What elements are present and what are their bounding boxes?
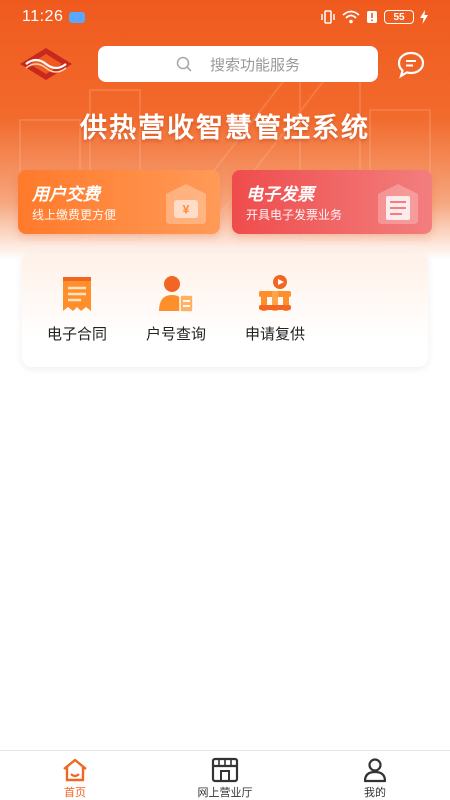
store-icon [211, 757, 239, 783]
search-icon [176, 56, 192, 72]
service-e-contract[interactable]: 电子合同 [29, 273, 125, 344]
status-bar: 11:26 55 [0, 0, 450, 34]
battery-indicator: 55 [384, 10, 414, 24]
tab-label: 网上营业厅 [197, 786, 253, 799]
search-placeholder: 搜索功能服务 [209, 55, 300, 74]
account-query-icon [159, 276, 194, 313]
contract-icon [63, 277, 91, 311]
home-icon [63, 758, 87, 782]
tab-online-hall[interactable]: 网上营业厅 [150, 751, 300, 800]
services-panel: 电子合同 户号查询 申请复供 [22, 253, 428, 367]
service-label: 申请复供 [244, 325, 305, 343]
service-label: 电子合同 [46, 325, 107, 343]
user-payment-card[interactable]: 用户交费 线上缴费更方便 ¥ [18, 170, 220, 234]
service-account-query[interactable]: 户号查询 [128, 273, 224, 344]
wifi-icon [342, 10, 360, 24]
status-time: 11:26 [22, 8, 64, 25]
tab-home[interactable]: 首页 [0, 751, 150, 800]
service-label: 户号查询 [145, 325, 206, 343]
search-box[interactable]: 搜索功能服务 [98, 46, 378, 82]
resume-supply-icon [259, 275, 291, 311]
receipt-icon [378, 184, 418, 224]
card-subtitle: 开具电子发票业务 [246, 208, 343, 222]
status-icons: 55 [320, 10, 428, 24]
card-title: 电子发票 [246, 185, 314, 205]
e-invoice-card[interactable]: 电子发票 开具电子发票业务 [232, 170, 432, 234]
card-subtitle: 线上缴费更方便 [32, 208, 117, 222]
message-icon[interactable] [396, 50, 426, 80]
tab-label: 我的 [364, 786, 386, 799]
top-bar: 搜索功能服务 [0, 44, 450, 84]
vibrate-icon [321, 10, 335, 24]
alert-icon [367, 11, 377, 23]
notification-badge-icon [69, 11, 86, 23]
charging-icon [420, 10, 428, 24]
tab-label: 首页 [64, 786, 86, 799]
bottom-tab-bar: 首页 网上营业厅 我的 [0, 750, 450, 800]
card-title: 用户交费 [32, 185, 100, 205]
tab-mine[interactable]: 我的 [300, 751, 450, 800]
svg-text:¥: ¥ [183, 203, 190, 217]
system-title: 供热营收智慧管控系统 [80, 113, 370, 144]
company-logo-icon [20, 48, 72, 80]
yuan-wallet-icon: ¥ [166, 184, 206, 224]
user-icon [363, 758, 387, 783]
service-resume-supply[interactable]: 申请复供 [227, 273, 323, 344]
